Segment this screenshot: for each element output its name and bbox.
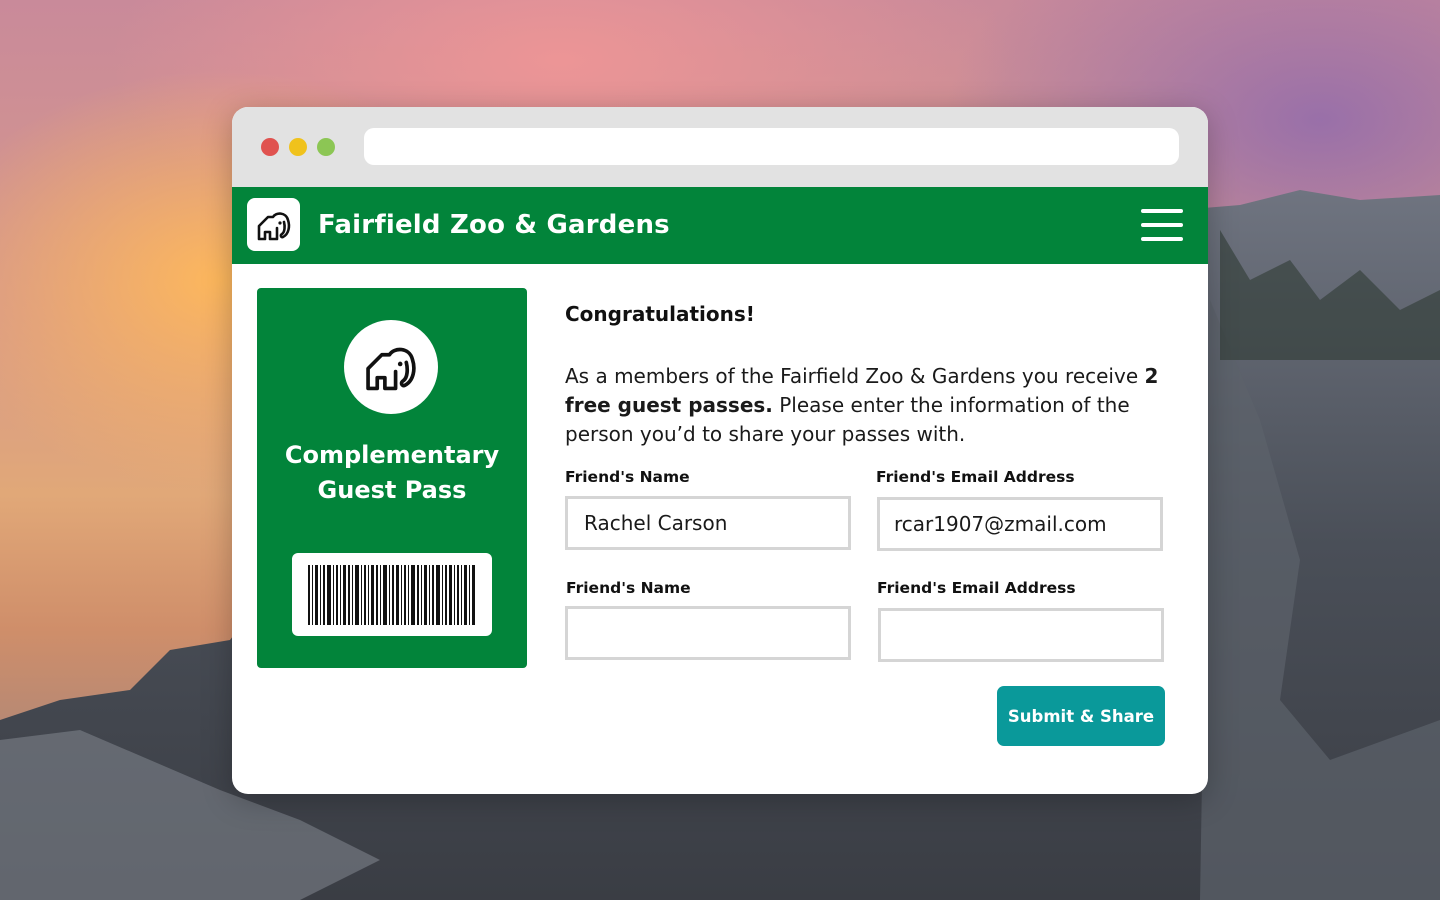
friend2-name-label: Friend's Name [566,579,691,597]
friend1-name-label: Friend's Name [565,468,690,486]
maximize-window-button[interactable] [317,138,335,156]
barcode [292,553,492,636]
minimize-window-button[interactable] [289,138,307,156]
close-window-button[interactable] [261,138,279,156]
barcode-icon [308,564,475,625]
message-text-1: As a members of the Fairfield Zoo & Gard… [565,364,1145,388]
elephant-icon [257,211,290,240]
pass-message: As a members of the Fairfield Zoo & Gard… [565,362,1165,449]
guest-pass-card: Complementary Guest Pass [257,288,527,668]
elephant-icon [366,347,416,391]
pass-title-line1: Complementary [284,441,500,469]
site-title[interactable]: Fairfield Zoo & Gardens [318,208,670,242]
site-logo[interactable] [247,198,300,251]
friend2-email-input[interactable] [878,608,1164,662]
pass-title-line2: Guest Pass [317,476,467,504]
pass-title: Complementary Guest Pass [257,438,527,508]
friend1-name-input[interactable] [565,496,851,550]
submit-share-button[interactable]: Submit & Share [997,686,1165,746]
browser-chrome [232,107,1208,187]
browser-window: Fairfield Zoo & Gardens Complementary Gu… [232,107,1208,794]
hamburger-menu-icon[interactable] [1141,209,1183,241]
friend1-email-label: Friend's Email Address [876,468,1075,486]
address-bar[interactable] [364,128,1179,165]
site-header: Fairfield Zoo & Gardens [232,187,1208,264]
friend1-email-input[interactable] [877,497,1163,551]
pass-icon-circle [344,320,438,414]
friend2-name-input[interactable] [565,606,851,660]
friend2-email-label: Friend's Email Address [877,579,1076,597]
congrats-heading: Congratulations! [565,302,755,326]
